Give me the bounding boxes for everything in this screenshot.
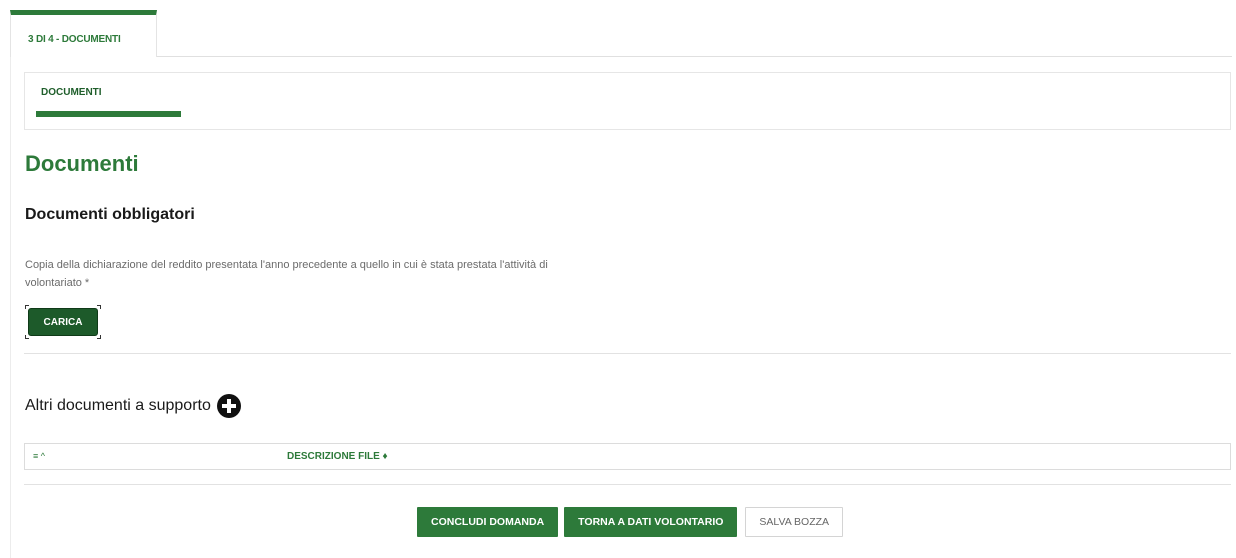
- other-docs-header: Altri documenti a supporto: [25, 394, 241, 418]
- action-buttons: CONCLUDI DOMANDA TORNA A DATI VOLONTARIO…: [417, 507, 844, 537]
- section-divider: [24, 353, 1231, 354]
- other-docs-heading: Altri documenti a supporto: [25, 397, 211, 414]
- tab-divider: [10, 56, 1232, 57]
- required-docs-heading: Documenti obbligatori: [25, 206, 195, 223]
- page-title: Documenti: [25, 151, 139, 176]
- save-draft-button[interactable]: SALVA BOZZA: [745, 507, 844, 537]
- page-left-border: [10, 57, 11, 558]
- conclude-application-button[interactable]: CONCLUDI DOMANDA: [417, 507, 559, 537]
- footer-divider: [24, 484, 1231, 485]
- documents-table-header: ≡ ^ DESCRIZIONE FILE ♦: [24, 443, 1231, 470]
- subtab-bar: DOCUMENTI: [24, 72, 1231, 130]
- subtab-documenti[interactable]: DOCUMENTI: [41, 87, 102, 98]
- subtab-active-indicator: [36, 111, 181, 117]
- upload-button[interactable]: CARICA: [28, 308, 98, 336]
- step-tab-documenti[interactable]: 3 DI 4 - DOCUMENTI: [10, 10, 157, 57]
- upload-button-focus-frame: CARICA: [25, 305, 101, 339]
- plus-circle-icon[interactable]: [216, 394, 241, 418]
- description-file-column[interactable]: DESCRIZIONE FILE ♦: [287, 451, 388, 462]
- sort-order-column[interactable]: ≡ ^: [33, 451, 45, 461]
- step-tab-label: 3 DI 4 - DOCUMENTI: [28, 34, 121, 45]
- back-to-volunteer-button[interactable]: TORNA A DATI VOLONTARIO: [564, 507, 738, 537]
- required-doc-description: Copia della dichiarazione del reddito pr…: [25, 259, 548, 289]
